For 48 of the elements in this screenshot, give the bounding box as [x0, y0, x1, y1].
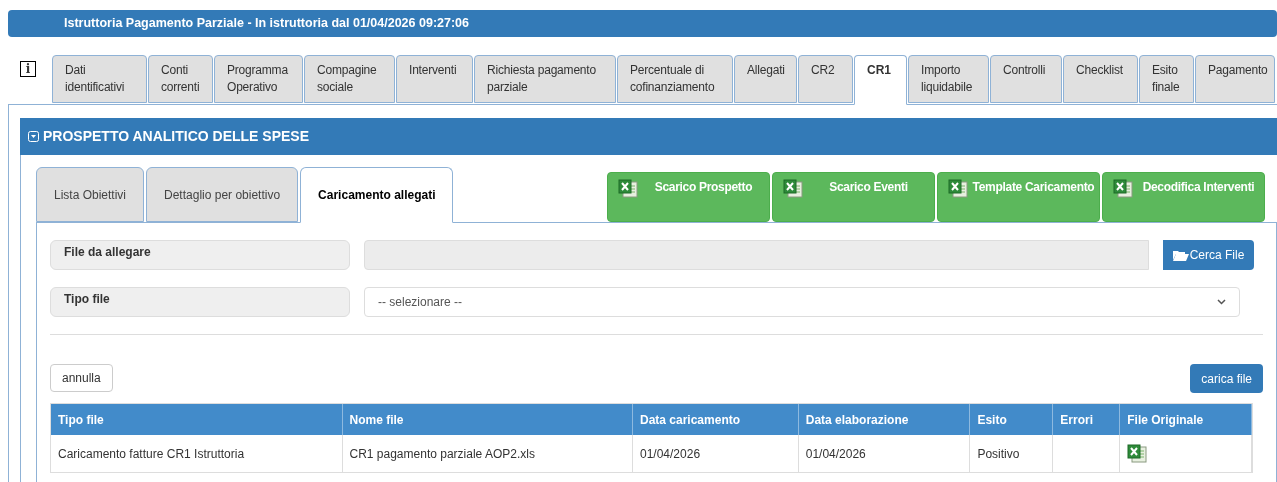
tab[interactable]: Dati identificativi — [52, 55, 147, 103]
column-header: Esito — [970, 404, 1054, 435]
column-header: Errori — [1053, 404, 1121, 435]
table-cell-text: Positivo — [977, 445, 1020, 463]
tab[interactable]: Pagamento — [1195, 55, 1275, 103]
tab[interactable]: Richiesta pagamento parziale — [474, 55, 616, 103]
tab[interactable]: Compagine sociale — [304, 55, 395, 103]
table-cell-text: CR1 pagamento parziale AOP2.xls — [349, 445, 535, 463]
chevron-down-icon — [1217, 299, 1226, 305]
tab[interactable]: Caricamento allegati — [300, 167, 454, 223]
page-title: Istruttoria Pagamento Parziale - In istruttoria dal 01/04/2026 09:27:06 — [64, 15, 470, 33]
tab[interactable]: Importo liquidabile — [908, 55, 989, 103]
folder-icon — [1172, 249, 1189, 261]
tab[interactable]: Interventi — [396, 55, 473, 103]
spreadsheet-download-icon[interactable] — [1127, 443, 1148, 464]
tab[interactable]: Dettaglio per obiettivo — [146, 167, 299, 222]
column-header: Nome file — [342, 404, 633, 435]
tab[interactable]: Conti correnti — [148, 55, 213, 103]
table-cell-text: 01/04/2026 — [640, 445, 701, 463]
browse-button[interactable]: Cerca File — [1163, 240, 1254, 270]
upload-button[interactable]: carica file — [1190, 364, 1263, 393]
spreadsheet-icon — [783, 179, 803, 199]
cancel-button[interactable]: annulla — [50, 364, 113, 392]
column-header: Data caricamento — [633, 404, 799, 435]
tab[interactable]: CR1 — [854, 55, 907, 105]
tab[interactable]: Allegati — [734, 55, 797, 103]
tab[interactable]: Esito finale — [1139, 55, 1194, 103]
field-label: File da allegare — [50, 240, 350, 270]
table-cell-text: Caricamento fatture CR1 Istruttoria — [58, 445, 245, 463]
table-cell-text: 01/04/2026 — [805, 445, 866, 463]
column-header: File Originale — [1120, 404, 1252, 435]
tab[interactable]: Checklist — [1063, 55, 1138, 103]
file-type-select[interactable]: -- selezionare -- — [364, 287, 1240, 317]
column-header: Data elaborazione — [798, 404, 971, 435]
spreadsheet-icon — [1113, 179, 1133, 199]
info-icon[interactable]: i — [20, 61, 36, 77]
spreadsheet-icon — [948, 179, 968, 199]
collapse-icon[interactable] — [28, 131, 39, 142]
file-input-field[interactable] — [364, 240, 1149, 270]
tab[interactable]: Lista Obiettivi — [36, 167, 145, 222]
tab[interactable]: Programma Operativo — [214, 55, 303, 103]
panel-title: PROSPETTO ANALITICO DELLE SPESE — [43, 127, 310, 146]
tab[interactable]: CR2 — [798, 55, 853, 103]
tab[interactable]: Percentuale di cofinanziamento — [617, 55, 733, 103]
field-label: Tipo file — [50, 287, 350, 317]
spreadsheet-icon — [618, 179, 638, 199]
column-header: Tipo file — [51, 404, 343, 435]
tab[interactable]: Controlli — [990, 55, 1062, 103]
